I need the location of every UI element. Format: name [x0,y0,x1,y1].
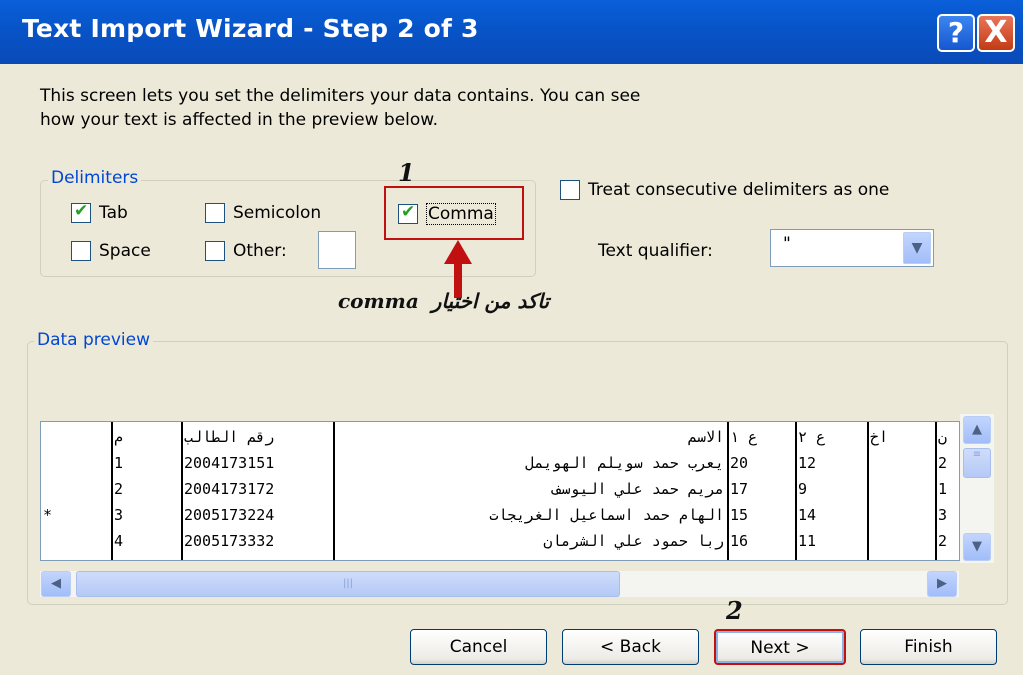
text-qualifier-label: Text qualifier: [598,241,713,261]
horizontal-scrollbar[interactable]: ◀ ||| ▶ [40,571,959,597]
window-title: Text Import Wizard - Step 2 of 3 [22,14,479,43]
tab-label: Tab [99,203,128,223]
preview-cell: 4 [114,532,124,550]
preview-cell: يعرب حمد سويلم الهويمل [525,454,724,472]
annotation-note-arabic: تاكد من اختيار [431,289,550,313]
scroll-right-icon[interactable]: ▶ [927,571,957,597]
preview-cell: 11 [798,532,817,550]
preview-cell: مريم حمد علي اليوسف [552,480,724,498]
preview-cell: * [43,506,53,524]
horizontal-scroll-thumb[interactable]: ||| [76,571,620,597]
comma-highlight-frame [384,186,524,240]
next-button[interactable]: Next > [714,629,846,665]
preview-cell: 2 [938,532,948,550]
scroll-left-icon[interactable]: ◀ [41,571,71,597]
data-preview-legend: Data preview [34,330,154,350]
annotation-note: comma تاكد من اختيار [338,289,549,313]
preview-header-cell: ن [938,428,948,446]
scroll-up-icon[interactable]: ▲ [963,416,991,444]
preview-cell: 17 [730,480,749,498]
preview-cell: 1 [938,480,948,498]
description-line-2: how your text is affected in the preview… [40,110,439,130]
preview-cell: 3 [938,506,948,524]
description: This screen lets you set the delimiters … [40,84,740,132]
text-qualifier-select[interactable]: " ▼ [770,229,934,267]
preview-header-cell: ع ٢ [798,428,826,446]
treat-consecutive-label: Treat consecutive delimiters as one [588,180,890,200]
treat-consecutive-check-box[interactable] [560,180,580,200]
text-qualifier-value: " [783,234,791,254]
semicolon-check-box[interactable] [205,203,225,223]
chevron-down-icon[interactable]: ▼ [903,232,931,264]
title-bar: Text Import Wizard - Step 2 of 3 ? X [0,0,1023,64]
annotation-step-2: 2 [726,596,743,625]
preview-cell: 3 [114,506,124,524]
preview-cell: 9 [798,480,808,498]
preview-cell: 2 [114,480,124,498]
help-button[interactable]: ? [937,14,975,52]
treat-consecutive-checkbox[interactable]: Treat consecutive delimiters as one [560,180,889,200]
back-button[interactable]: < Back [562,629,699,665]
other-checkbox[interactable]: Other: [205,241,287,261]
preview-cell: 2005173332 [184,532,275,550]
preview-cell: الهام حمد اسماعيل الغريجات [489,506,724,524]
cancel-button[interactable]: Cancel [410,629,547,665]
preview-cell: 2 [938,454,948,472]
annotation-note-word: comma [338,289,419,313]
description-line-1: This screen lets you set the delimiters … [40,86,641,106]
space-check-box[interactable] [71,241,91,261]
vertical-scrollbar[interactable]: ▲ ≡ ▼ [960,414,994,563]
preview-cell: 14 [798,506,817,524]
preview-cell: 15 [730,506,749,524]
space-label: Space [99,241,151,261]
preview-header-cell: ع ١ [730,428,758,446]
preview-header-cell: الاسم [687,428,724,446]
semicolon-checkbox[interactable]: Semicolon [205,203,321,223]
preview-cell: 12 [798,454,817,472]
vertical-scroll-thumb[interactable]: ≡ [963,448,991,478]
preview-cell: 2004173172 [184,480,275,498]
preview-cell: 16 [730,532,749,550]
annotation-step-1: 1 [398,158,415,187]
preview-cell: ربا حمود علي الشرمان [543,532,724,550]
tab-check-box[interactable] [71,201,91,223]
preview-header-cell: م [114,428,124,446]
preview-header-cell: اخ [870,428,889,446]
preview-cell: 20 [730,454,749,472]
preview-cell: 1 [114,454,124,472]
space-checkbox[interactable]: Space [71,241,151,261]
delimiters-legend: Delimiters [48,168,142,188]
semicolon-label: Semicolon [233,203,322,223]
close-button[interactable]: X [977,14,1015,52]
tab-checkbox[interactable]: Tab [71,201,128,223]
other-delimiter-input[interactable] [318,231,356,269]
preview-cell: 2005173224 [184,506,275,524]
scroll-down-icon[interactable]: ▼ [963,533,991,561]
data-preview-grid: م رقم الطالب الاسم ع ١ ع ٢ اخ ن 1 2004173151 يعرب… [40,421,960,561]
preview-cell: 2004173151 [184,454,275,472]
finish-button[interactable]: Finish [860,629,997,665]
preview-header-cell: رقم الطالب [184,428,275,446]
other-check-box[interactable] [205,241,225,261]
other-label: Other: [233,241,287,261]
